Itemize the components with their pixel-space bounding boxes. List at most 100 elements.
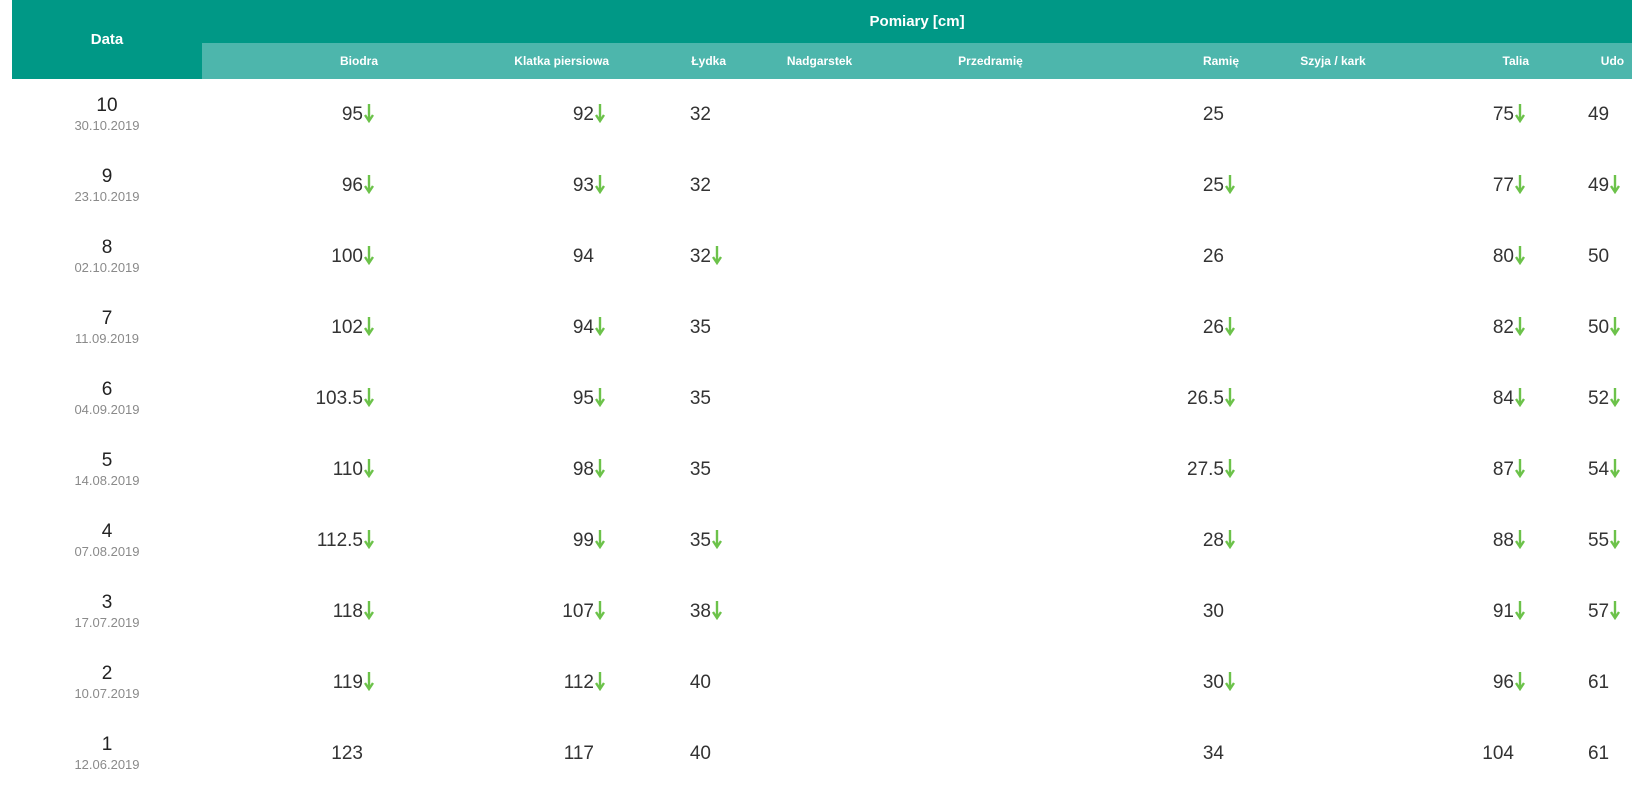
measurement-value: 117 <box>563 742 594 764</box>
measurement-value: 57 <box>1587 600 1610 622</box>
measurement-value: 50 <box>1587 245 1610 267</box>
arrow-down-icon <box>364 601 378 621</box>
column-header-udo[interactable]: Udo <box>1537 43 1633 79</box>
date-cell: 9 23.10.2019 <box>12 150 202 221</box>
measurement-cell: 35 <box>617 363 734 434</box>
measurement-value: 112.5 <box>316 529 363 551</box>
date-cell: 8 02.10.2019 <box>12 221 202 292</box>
measurement-number: 3 <box>101 591 113 613</box>
measurement-value: 35 <box>689 458 711 480</box>
table-row: 2 10.07.2019 119 112 40 30 96 61 <box>12 647 1632 718</box>
measurement-date: 12.06.2019 <box>74 756 140 772</box>
measurement-value: 88 <box>1492 529 1514 551</box>
measurement-value: 92 <box>572 103 594 125</box>
measurement-cell: 100 <box>202 221 386 292</box>
arrow-down-icon <box>595 388 609 408</box>
measurement-cell: 96 <box>202 150 386 221</box>
arrow-down-icon <box>1515 459 1529 479</box>
column-header-ramie[interactable]: Ramię <box>1076 43 1247 79</box>
measurement-cell <box>734 434 905 505</box>
table-row: 5 14.08.2019 110 98 35 27.5 87 54 <box>12 434 1632 505</box>
measurement-cell: 35 <box>617 434 734 505</box>
column-header-talia[interactable]: Talia <box>1419 43 1537 79</box>
measurement-number: 9 <box>101 165 113 187</box>
measurement-cell <box>734 576 905 647</box>
measurement-value: 32 <box>689 103 711 125</box>
measurement-cell: 54 <box>1537 434 1632 505</box>
measurement-cell: 102 <box>202 292 386 363</box>
arrow-down-icon <box>364 317 378 337</box>
measurement-value: 84 <box>1492 387 1514 409</box>
measurement-value: 40 <box>689 671 711 693</box>
measurement-cell: 26.5 <box>1076 363 1247 434</box>
arrow-down-icon <box>364 459 378 479</box>
measurement-cell <box>734 79 905 150</box>
date-cell: 5 14.08.2019 <box>12 434 202 505</box>
measurement-value: 91 <box>1492 600 1514 622</box>
measurement-value: 103.5 <box>315 387 363 409</box>
measurement-cell <box>905 505 1076 576</box>
arrow-down-icon <box>364 175 378 195</box>
measurement-value: 118 <box>332 600 363 622</box>
measurement-cell: 49 <box>1537 79 1632 150</box>
measurement-value: 26 <box>1202 316 1224 338</box>
measurement-value: 32 <box>689 174 711 196</box>
arrow-down-icon <box>595 104 609 124</box>
arrow-down-icon <box>364 672 378 692</box>
measurement-number: 10 <box>96 94 118 116</box>
arrow-down-icon <box>1610 175 1624 195</box>
column-header-lydka[interactable]: Łydka <box>617 43 734 79</box>
table-row: 4 07.08.2019 112.5 99 35 28 88 55 <box>12 505 1632 576</box>
table-row: 10 30.10.2019 95 92 32 25 75 49 <box>12 79 1632 150</box>
measurement-cell: 38 <box>617 576 734 647</box>
arrow-down-icon <box>595 672 609 692</box>
measurement-value: 99 <box>572 529 594 551</box>
measurement-number: 4 <box>101 520 113 542</box>
measurement-number: 7 <box>101 307 113 329</box>
measurement-cell: 75 <box>1419 79 1537 150</box>
measurement-value: 107 <box>562 600 594 622</box>
table-row: 8 02.10.2019 100 94 32 26 80 50 <box>12 221 1632 292</box>
column-header-nadgarstek[interactable]: Nadgarstek <box>734 43 905 79</box>
measurement-number: 1 <box>101 733 113 755</box>
measurement-value: 28 <box>1202 529 1224 551</box>
measurement-cell: 50 <box>1537 221 1632 292</box>
measurement-cell <box>1247 150 1419 221</box>
measurement-cell: 93 <box>386 150 617 221</box>
column-header-biodra[interactable]: Biodra <box>202 43 386 79</box>
measurement-value: 95 <box>572 387 594 409</box>
arrow-down-icon <box>712 246 726 266</box>
measurement-cell <box>734 505 905 576</box>
measurement-value: 49 <box>1587 174 1610 196</box>
measurement-number: 2 <box>101 662 113 684</box>
column-header-przedramie[interactable]: Przedramię <box>905 43 1076 79</box>
measurement-cell: 28 <box>1076 505 1247 576</box>
measurement-cell: 123 <box>202 718 386 789</box>
measurement-cell: 52 <box>1537 363 1632 434</box>
date-column-header[interactable]: Data <box>12 0 202 79</box>
arrow-down-icon <box>1225 317 1239 337</box>
arrow-down-icon <box>364 530 378 550</box>
measurement-cell <box>1247 505 1419 576</box>
measurement-cell <box>905 150 1076 221</box>
arrow-down-icon <box>712 601 726 621</box>
measurement-date: 04.09.2019 <box>74 401 140 417</box>
measurement-value: 35 <box>689 529 711 551</box>
measurement-cell: 55 <box>1537 505 1632 576</box>
measurement-value: 100 <box>331 245 363 267</box>
measurement-value: 61 <box>1587 671 1610 693</box>
measurement-cell: 104 <box>1419 718 1537 789</box>
arrow-down-icon <box>1225 388 1239 408</box>
measurement-value: 40 <box>689 742 711 764</box>
measurement-cell <box>734 221 905 292</box>
measurement-cell: 40 <box>617 647 734 718</box>
measurement-cell: 95 <box>386 363 617 434</box>
column-header-klatka-piersiowa[interactable]: Klatka piersiowa <box>386 43 617 79</box>
measurement-cell <box>734 647 905 718</box>
measurement-cell: 119 <box>202 647 386 718</box>
measurement-cell: 27.5 <box>1076 434 1247 505</box>
measurement-cell: 25 <box>1076 79 1247 150</box>
column-header-szyja-kark[interactable]: Szyja / kark <box>1247 43 1419 79</box>
measurement-cell: 98 <box>386 434 617 505</box>
measurement-date: 17.07.2019 <box>74 614 140 630</box>
